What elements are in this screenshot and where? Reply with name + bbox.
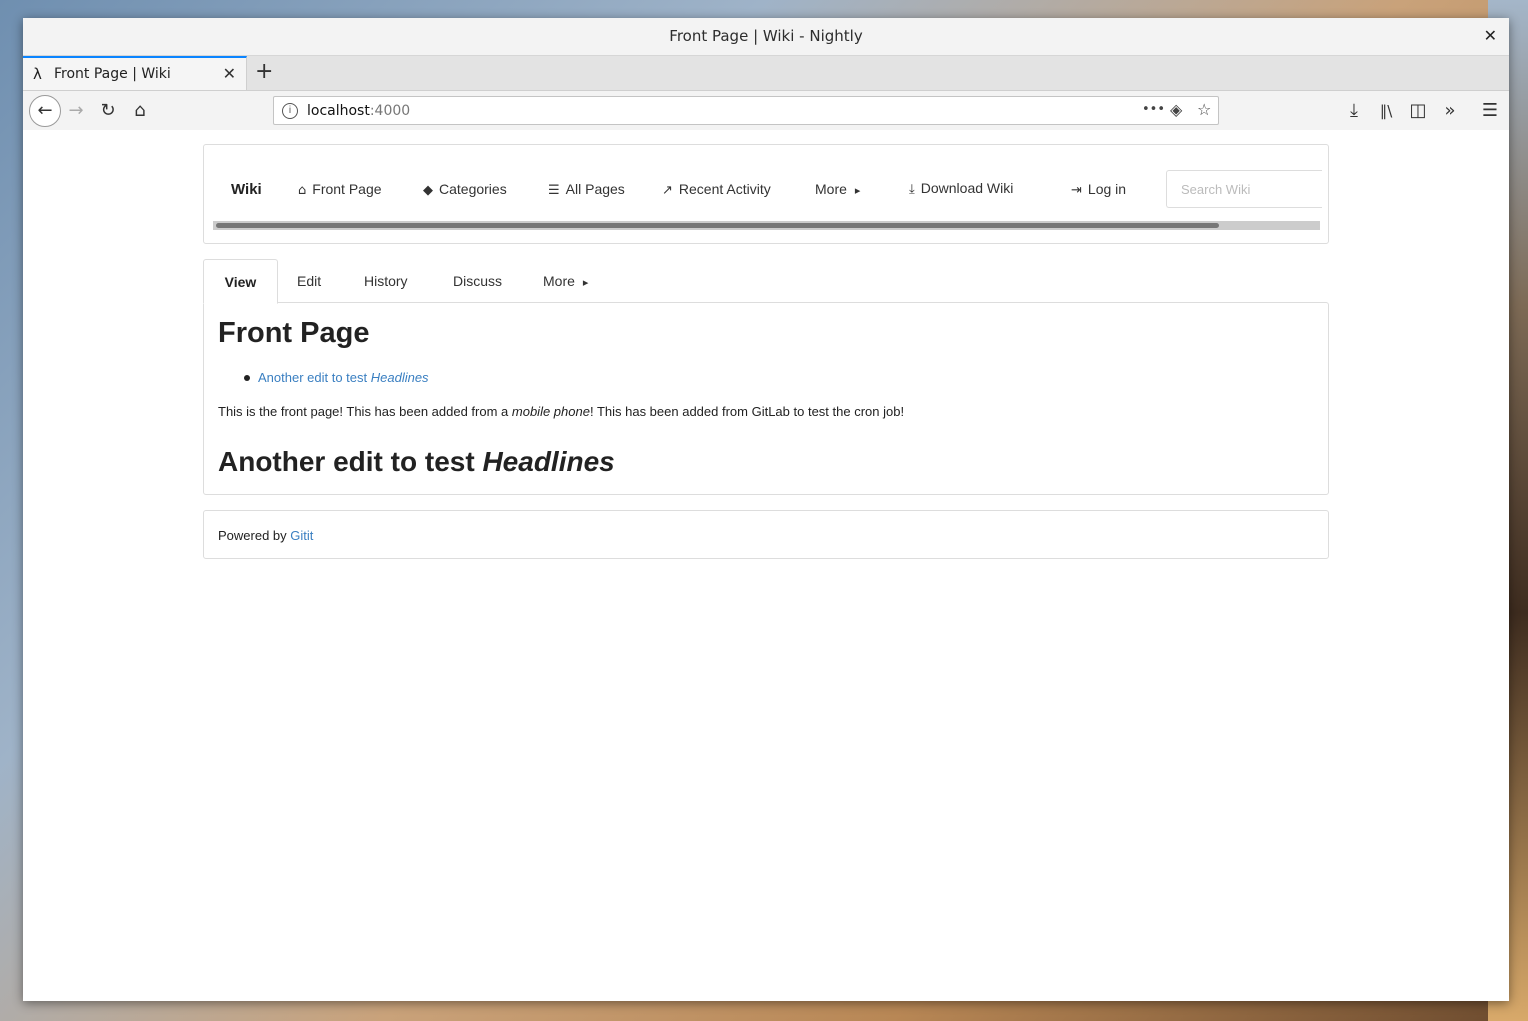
url-host: localhost: [307, 103, 370, 119]
nav-download-wiki-label: Download Wiki: [920, 180, 1014, 196]
url-bar[interactable]: i localhost:4000 ••• ◈ ☆: [273, 96, 1219, 125]
nav-log-in[interactable]: ⇥ Log in: [1071, 181, 1126, 198]
body-paragraph: This is the front page! This has been ad…: [218, 404, 904, 419]
toc-link-text: Another edit to test: [258, 370, 371, 385]
nav-front-page-label: Front Page: [312, 181, 382, 197]
paragraph-after: ! This has been added from GitLab to tes…: [589, 404, 905, 419]
lambda-favicon-icon: λ: [33, 65, 42, 83]
list-bullet: [244, 375, 250, 381]
tags-icon: ◆: [423, 183, 433, 198]
browser-tab-label: Front Page | Wiki: [54, 66, 171, 82]
nav-categories-label: Categories: [439, 181, 507, 197]
browser-window: Front Page | Wiki - Nightly ✕ λ Front Pa…: [23, 18, 1509, 1001]
nav-more-label: More: [815, 181, 847, 197]
tab-history[interactable]: History: [364, 259, 408, 302]
info-icon[interactable]: i: [282, 103, 298, 119]
wiki-brand[interactable]: Wiki: [231, 181, 262, 198]
nav-download-wiki[interactable]: ⤓ Download Wiki: [909, 180, 1013, 197]
nav-categories[interactable]: ◆ Categories: [423, 181, 507, 198]
footer: Powered by Gitit: [203, 510, 1329, 559]
list-icon: ☰: [548, 183, 560, 198]
nav-all-pages-label: All Pages: [565, 181, 625, 197]
nav-front-page[interactable]: ⌂ Front Page: [298, 181, 382, 198]
downloads-icon[interactable]: ⤓: [1341, 98, 1367, 124]
close-icon[interactable]: ✕: [1484, 26, 1497, 46]
search-input[interactable]: Search Wiki: [1166, 170, 1322, 208]
overflow-chevron-icon[interactable]: »: [1437, 98, 1463, 124]
page-content: Wiki ⌂ Front Page ◆ Categories ☰ All Pages …: [23, 130, 1509, 1001]
browser-tab[interactable]: λ Front Page | Wiki ✕: [23, 56, 247, 90]
caret-right-icon: ▸: [582, 276, 589, 289]
footer-prefix: Powered by: [218, 528, 291, 543]
tab-view[interactable]: View: [203, 259, 278, 304]
footer-text: Powered by Gitit: [218, 528, 313, 543]
download-icon: ⤓: [909, 182, 915, 197]
nav-recent-activity-label: Recent Activity: [678, 181, 771, 197]
gitit-link[interactable]: Gitit: [290, 528, 313, 543]
wiki-navbar: Wiki ⌂ Front Page ◆ Categories ☰ All Pages …: [203, 144, 1329, 244]
tab-bar: λ Front Page | Wiki ✕ +: [23, 56, 1509, 91]
home-icon: ⌂: [298, 183, 307, 198]
toc-link[interactable]: Another edit to test Headlines: [258, 370, 429, 385]
tab-close-icon[interactable]: ✕: [223, 64, 236, 84]
toc-link-em: Headlines: [370, 370, 429, 385]
url-port: :4000: [369, 103, 411, 119]
hamburger-menu-icon[interactable]: ☰: [1477, 98, 1503, 124]
navigation-toolbar: ← → ↻ ⌂ i localhost:4000 ••• ◈ ☆ ⤓ ∥\ ◫ …: [23, 91, 1509, 132]
tab-edit[interactable]: Edit: [297, 259, 321, 302]
section-heading-em: Headlines: [482, 446, 615, 477]
url-text: localhost:4000: [307, 103, 410, 119]
page-actions-icon[interactable]: •••: [1142, 102, 1165, 117]
tab-more-label: More: [543, 273, 575, 289]
section-heading-text: Another edit to test: [218, 446, 483, 477]
library-icon[interactable]: ∥\: [1373, 98, 1399, 124]
tab-more[interactable]: More ▸: [543, 259, 588, 302]
bookmark-star-icon[interactable]: ☆: [1197, 100, 1211, 119]
sidebar-icon[interactable]: ◫: [1405, 98, 1431, 124]
nav-recent-activity[interactable]: ↗ Recent Activity: [662, 181, 771, 198]
pocket-icon[interactable]: ◈: [1170, 100, 1182, 119]
nav-all-pages[interactable]: ☰ All Pages: [548, 181, 625, 198]
page-title: Front Page: [218, 317, 370, 349]
tab-discuss[interactable]: Discuss: [453, 259, 502, 302]
sign-in-icon: ⇥: [1071, 183, 1082, 198]
window-title: Front Page | Wiki - Nightly: [669, 27, 863, 45]
home-icon[interactable]: ⌂: [127, 98, 153, 124]
window-titlebar: Front Page | Wiki - Nightly ✕: [23, 18, 1509, 56]
new-tab-plus-icon[interactable]: +: [255, 59, 273, 84]
nav-log-in-label: Log in: [1087, 181, 1127, 197]
horizontal-scrollbar[interactable]: [213, 221, 1320, 230]
line-chart-icon: ↗: [662, 183, 673, 198]
section-heading: Another edit to test Headlines: [218, 446, 615, 478]
paragraph-em: mobile phone: [511, 404, 590, 419]
forward-arrow-icon[interactable]: →: [63, 98, 89, 124]
nav-more[interactable]: More ▸: [815, 181, 860, 197]
caret-right-icon: ▸: [854, 184, 861, 197]
paragraph-before: This is the front page! This has been ad…: [218, 404, 512, 419]
reload-icon[interactable]: ↻: [95, 98, 121, 124]
back-arrow-icon[interactable]: ←: [29, 95, 61, 127]
article-panel: Front Page Another edit to test Headline…: [203, 302, 1329, 495]
scrollbar-thumb[interactable]: [216, 223, 1219, 228]
